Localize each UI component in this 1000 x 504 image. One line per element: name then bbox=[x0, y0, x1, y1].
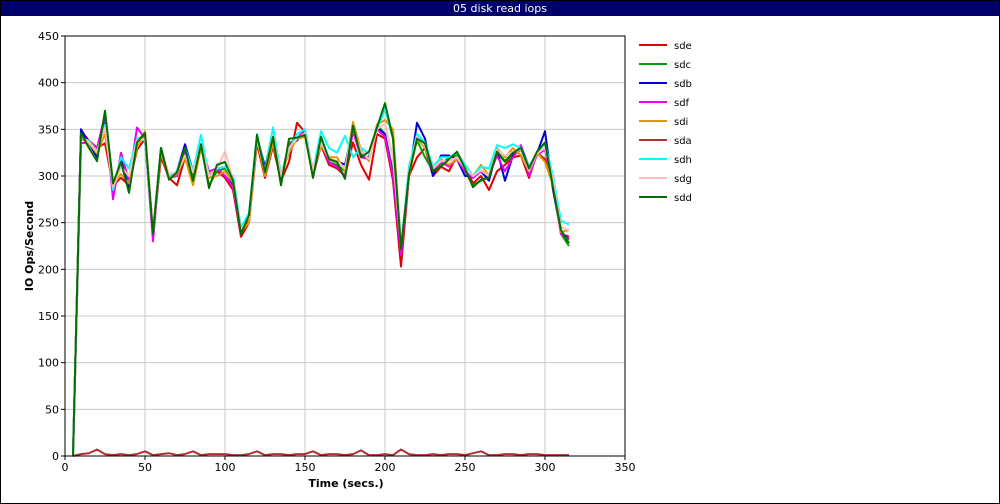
x-tick-label: 150 bbox=[295, 461, 316, 474]
chart-window: 05 disk read iops 0 50 100 150 200 250 300 350 4… bbox=[0, 0, 1000, 504]
legend-label-sdf: sdf bbox=[674, 98, 690, 109]
legend-label-sdb: sdb bbox=[674, 79, 692, 90]
x-tick-label: 0 bbox=[62, 461, 69, 474]
plot-area bbox=[65, 36, 625, 456]
y-axis-label: IO Ops/Second bbox=[23, 201, 36, 291]
y-tick-label: 300 bbox=[38, 170, 59, 183]
x-tick-label: 300 bbox=[535, 461, 556, 474]
y-tick-label: 250 bbox=[38, 217, 59, 230]
x-tick-label: 350 bbox=[615, 461, 636, 474]
legend-label-sde: sde bbox=[674, 41, 692, 52]
legend-label-sdd: sdd bbox=[674, 193, 692, 204]
x-tick-label: 250 bbox=[455, 461, 476, 474]
y-tick-label: 100 bbox=[38, 357, 59, 370]
y-tick-label: 50 bbox=[45, 403, 59, 416]
y-tick-label: 0 bbox=[52, 450, 59, 463]
line-chart: 0 50 100 150 200 250 300 350 400 450 0 50 100 150 200 2… bbox=[23, 30, 692, 490]
y-tick-label: 450 bbox=[38, 30, 59, 43]
x-tick-label: 200 bbox=[375, 461, 396, 474]
legend-label-sdc: sdc bbox=[674, 60, 691, 71]
y-tick-label: 150 bbox=[38, 310, 59, 323]
legend: sde sdc sdb sdf sdi sda sdh sdg sdd bbox=[639, 41, 692, 204]
x-axis-label: Time (secs.) bbox=[308, 477, 383, 490]
legend-label-sdi: sdi bbox=[674, 117, 688, 128]
y-tick-label: 350 bbox=[38, 123, 59, 136]
y-tick-label: 400 bbox=[38, 77, 59, 90]
legend-label-sdh: sdh bbox=[674, 155, 692, 166]
y-tick-label: 200 bbox=[38, 263, 59, 276]
legend-label-sda: sda bbox=[674, 136, 692, 147]
legend-label-sdg: sdg bbox=[674, 174, 692, 185]
x-tick-label: 50 bbox=[138, 461, 152, 474]
plot-background bbox=[65, 36, 625, 456]
x-tick-label: 100 bbox=[215, 461, 236, 474]
